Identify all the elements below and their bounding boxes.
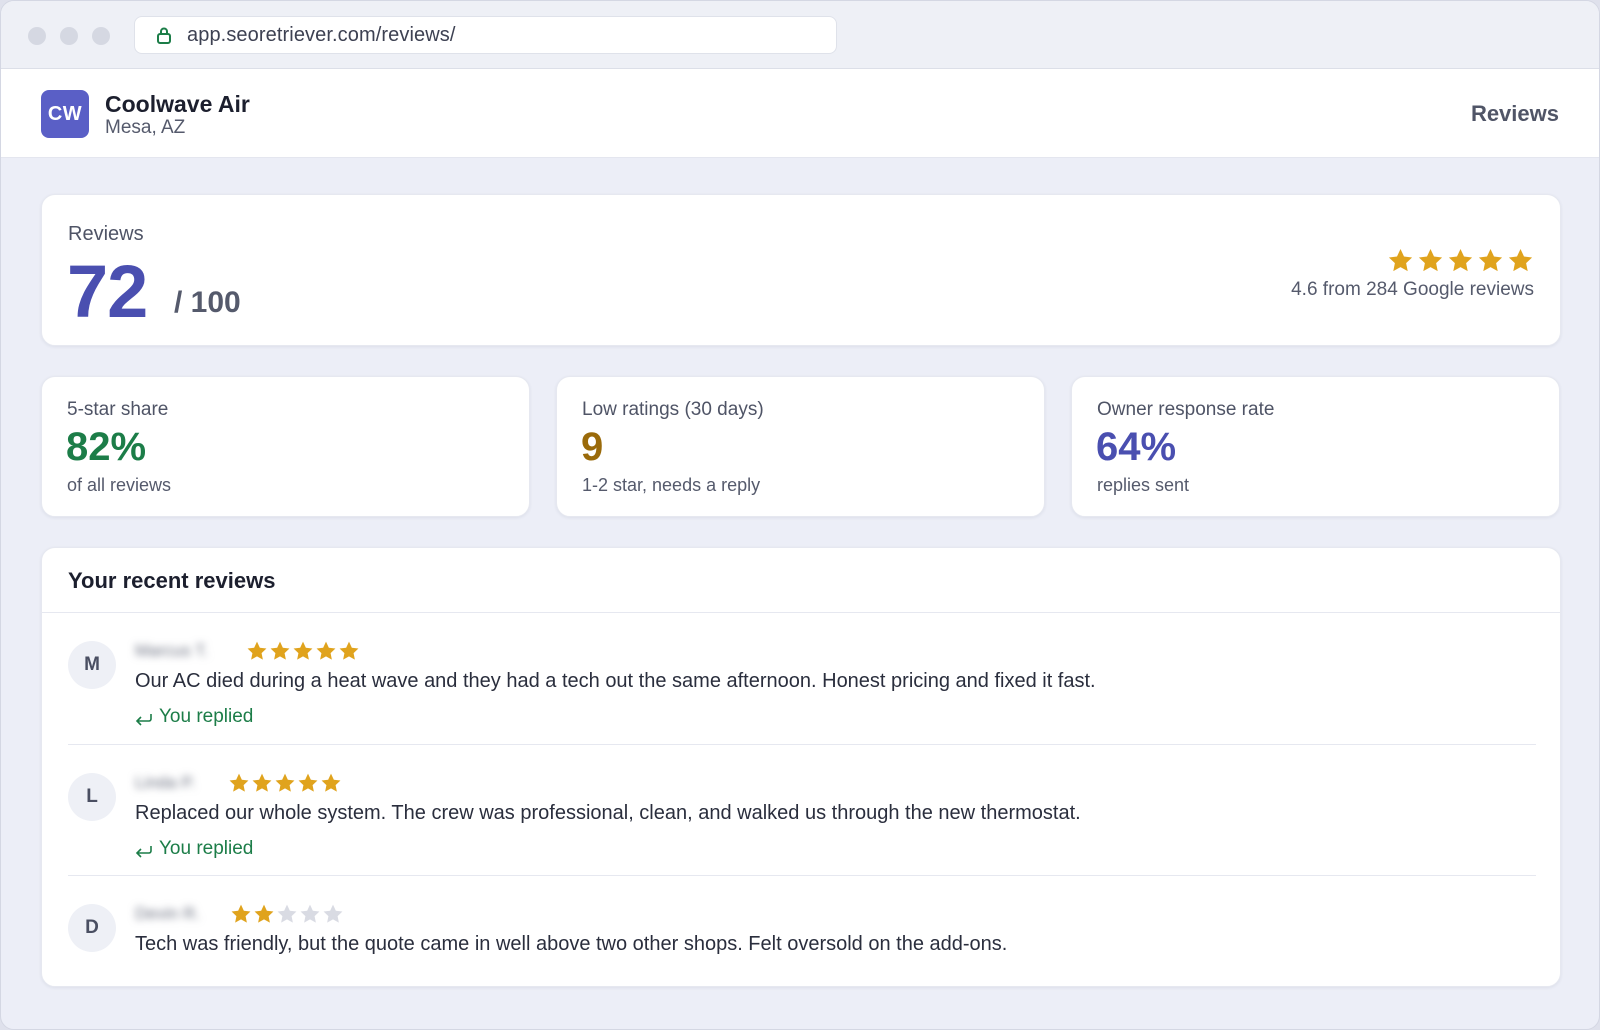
recent-reviews-title: Your recent reviews — [68, 568, 276, 593]
url-text: app.seoretriever.com/reviews/ — [187, 23, 456, 46]
metric-value: 64% — [1096, 425, 1177, 469]
star-filled-icon — [315, 640, 337, 662]
metric-subtext: of all reviews — [67, 475, 172, 495]
review-item[interactable]: M Marcus T. Our AC died during a heat wa… — [68, 613, 1536, 745]
reviewer-avatar: M — [68, 641, 116, 689]
reviewer-avatar: L — [68, 773, 116, 821]
browser-chrome: app.seoretriever.com/reviews/ — [1, 1, 1599, 69]
metric-subtext: replies sent — [1097, 475, 1190, 495]
score-max: / 100 — [174, 286, 241, 319]
review-item[interactable]: D Devin R. Tech was friendly, but the qu… — [68, 876, 1536, 976]
metric-label: Owner response rate — [1097, 399, 1275, 420]
review-text: Replaced our whole system. The crew was … — [135, 802, 1081, 824]
review-stars — [230, 903, 344, 925]
score-value: 72 — [67, 250, 148, 333]
replied-label: You replied — [159, 706, 254, 727]
reviews-score-card: Reviews 72 / 100 4.6 from 284 Google rev… — [41, 194, 1561, 346]
star-filled-icon — [253, 903, 275, 925]
metric-value: 9 — [581, 425, 604, 469]
lock-icon — [157, 27, 171, 44]
star-filled-icon — [1417, 247, 1444, 274]
star-filled-icon — [230, 903, 252, 925]
star-filled-icon — [246, 640, 268, 662]
window-minimize-dot[interactable] — [60, 27, 78, 45]
rating-summary: 4.6 from 284 Google reviews — [1291, 279, 1534, 300]
star-filled-icon — [1507, 247, 1534, 274]
star-empty-icon — [276, 903, 298, 925]
star-filled-icon — [251, 772, 273, 794]
star-empty-icon — [322, 903, 344, 925]
window-maximize-dot[interactable] — [92, 27, 110, 45]
star-filled-icon — [297, 772, 319, 794]
google-rating-stars — [1387, 247, 1534, 274]
review-item[interactable]: L Linda P. Replaced our whole system. Th… — [68, 745, 1536, 876]
metric-card-low-ratings: Low ratings (30 days) 9 1-2 star, needs … — [556, 376, 1045, 517]
star-filled-icon — [269, 640, 291, 662]
app-header: CW Coolwave Air Mesa, AZ Reviews — [1, 69, 1599, 158]
metric-label: Low ratings (30 days) — [582, 399, 764, 420]
star-filled-icon — [1477, 247, 1504, 274]
review-stars — [228, 772, 342, 794]
replied-status[interactable]: You replied — [135, 706, 253, 728]
metric-card-owner-response-rate: Owner response rate 64% replies sent — [1071, 376, 1560, 517]
star-filled-icon — [274, 772, 296, 794]
replied-status[interactable]: You replied — [135, 838, 253, 860]
star-filled-icon — [1447, 247, 1474, 274]
metric-card-five-star-share: 5-star share 82% of all reviews — [41, 376, 530, 517]
reviewer-name: Devin R. — [135, 904, 201, 923]
metric-value: 82% — [66, 425, 147, 469]
reviewer-name: Linda P. — [135, 773, 196, 792]
star-filled-icon — [320, 772, 342, 794]
review-text: Our AC died during a heat wave and they … — [135, 670, 1096, 692]
review-stars — [246, 640, 360, 662]
business-logo: CW — [41, 90, 89, 138]
star-filled-icon — [228, 772, 250, 794]
star-filled-icon — [292, 640, 314, 662]
business-location: Mesa, AZ — [105, 117, 186, 138]
reply-arrow-icon — [135, 710, 153, 726]
star-filled-icon — [338, 640, 360, 662]
review-text: Tech was friendly, but the quote came in… — [135, 933, 1008, 955]
window-close-dot[interactable] — [28, 27, 46, 45]
metric-subtext: 1-2 star, needs a reply — [582, 475, 761, 495]
star-filled-icon — [1387, 247, 1414, 274]
metric-label: 5-star share — [67, 399, 169, 420]
replied-label: You replied — [159, 838, 254, 859]
score-label: Reviews — [68, 223, 144, 245]
address-bar[interactable]: app.seoretriever.com/reviews/ — [134, 16, 837, 54]
star-empty-icon — [299, 903, 321, 925]
browser-window: app.seoretriever.com/reviews/ CW Coolwav… — [0, 0, 1600, 1030]
reviewer-avatar: D — [68, 904, 116, 952]
reply-arrow-icon — [135, 842, 153, 858]
business-name: Coolwave Air — [105, 91, 250, 117]
nav-reviews-link[interactable]: Reviews — [1471, 101, 1559, 127]
recent-reviews-card: Your recent reviews M Marcus T. Our AC d… — [41, 547, 1561, 987]
reviewer-name: Marcus T. — [135, 641, 209, 660]
